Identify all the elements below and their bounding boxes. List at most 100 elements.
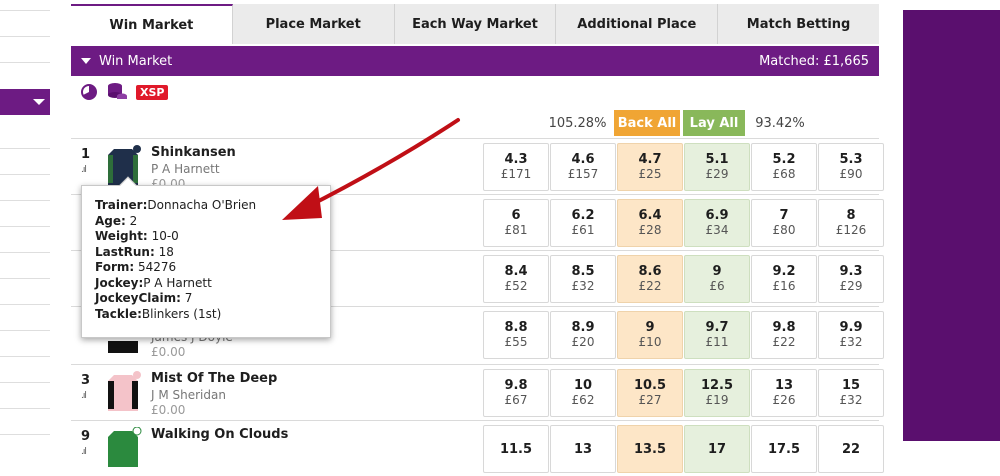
price-stake: £16 xyxy=(772,279,796,293)
jockey-silk-icon xyxy=(104,145,142,185)
lay-price-cell[interactable]: 15 £32 xyxy=(818,369,884,417)
runner-name[interactable]: Mist Of The Deep xyxy=(151,371,277,386)
price-stake: £80 xyxy=(772,223,796,237)
price-stake: £157 xyxy=(567,167,599,181)
lay-price-cell[interactable]: 9 £6 xyxy=(684,255,750,303)
lay-price-cell[interactable]: 17.5 xyxy=(751,425,817,473)
back-price-cell[interactable]: 13.5 xyxy=(617,425,683,473)
price-odds: 17.5 xyxy=(767,441,801,457)
price-odds: 4.7 xyxy=(638,152,662,167)
price-odds: 9.9 xyxy=(839,320,863,335)
tab-match-betting[interactable]: Match Betting xyxy=(718,4,879,44)
nav-divider xyxy=(0,382,50,383)
price-stake: £67 xyxy=(504,393,528,407)
price-odds: 9.7 xyxy=(705,320,729,335)
lay-price-cell[interactable]: 5.2 £68 xyxy=(751,143,817,191)
price-odds: 8.9 xyxy=(571,320,595,335)
nav-divider xyxy=(0,330,50,331)
price-odds: 13 xyxy=(774,378,794,393)
price-odds: 5.2 xyxy=(772,152,796,167)
price-stake: £32 xyxy=(571,279,595,293)
lay-price-cell[interactable]: 22 xyxy=(818,425,884,473)
lay-price-cell[interactable]: 12.5 £19 xyxy=(684,369,750,417)
nav-divider xyxy=(0,200,50,201)
price-odds: 6.4 xyxy=(638,208,662,223)
lay-price-cell[interactable]: 6.9 £34 xyxy=(684,199,750,247)
lay-price-cell[interactable]: 9.9 £32 xyxy=(818,311,884,359)
runner-row: 3 .ıl Mist Of The Deep J M Sheridan £0.00 9.8… xyxy=(71,364,884,420)
lay-price-cell[interactable]: 9.7 £11 xyxy=(684,311,750,359)
price-odds: 6.9 xyxy=(705,208,729,223)
lay-all-button[interactable]: Lay All xyxy=(683,110,745,136)
price-odds: 8.4 xyxy=(504,264,528,279)
nav-divider xyxy=(0,434,50,435)
back-price-cell[interactable]: 8.5 £32 xyxy=(550,255,616,303)
trainer-label: Trainer: xyxy=(95,198,148,212)
runner-info-tooltip: Trainer:Donnacha O'Brien Age: 2 Weight: … xyxy=(81,176,331,338)
market-collapse-toggle[interactable]: Win Market xyxy=(81,54,172,69)
chevron-down-icon xyxy=(33,99,45,105)
lay-price-cell[interactable]: 5.3 £90 xyxy=(818,143,884,191)
runner-name[interactable]: Shinkansen xyxy=(151,145,236,160)
tab-win-market[interactable]: Win Market xyxy=(71,4,233,44)
back-price-cell[interactable]: 6.2 £61 xyxy=(550,199,616,247)
claim-value: 7 xyxy=(184,291,193,305)
back-price-cell[interactable]: 8.6 £22 xyxy=(617,255,683,303)
price-stake: £171 xyxy=(500,167,532,181)
lay-price-cell[interactable]: 9.3 £29 xyxy=(818,255,884,303)
lay-price-cell[interactable]: 8 £126 xyxy=(818,199,884,247)
price-stake: £19 xyxy=(705,393,729,407)
price-odds: 8.6 xyxy=(638,264,662,279)
price-odds: 6 xyxy=(511,208,521,223)
price-odds: 9.8 xyxy=(772,320,796,335)
runner-name[interactable]: Walking On Clouds xyxy=(151,427,288,442)
jockey-silk-icon xyxy=(104,426,142,467)
back-all-button[interactable]: Back All xyxy=(614,110,680,136)
back-price-cell[interactable]: 4.7 £25 xyxy=(617,143,683,191)
back-price-cell[interactable]: 11.5 xyxy=(483,425,549,473)
back-price-cell[interactable]: 10.5 £27 xyxy=(617,369,683,417)
xsp-badge[interactable]: XSP xyxy=(136,84,169,100)
matched-amount: Matched: £1,665 xyxy=(759,53,869,69)
left-nav xyxy=(0,0,50,441)
weight-label: Weight: xyxy=(95,229,148,243)
back-price-cell[interactable]: 6 £81 xyxy=(483,199,549,247)
back-price-cell[interactable]: 8.4 £52 xyxy=(483,255,549,303)
runner-profit-loss: £0.00 xyxy=(151,345,186,359)
lay-price-cell[interactable]: 17 xyxy=(684,425,750,473)
price-stake: £29 xyxy=(839,279,863,293)
price-odds: 17 xyxy=(707,441,727,457)
price-odds: 9 xyxy=(645,320,655,335)
back-price-cell[interactable]: 8.8 £55 xyxy=(483,311,549,359)
jockey-label: Jockey: xyxy=(95,275,144,290)
back-price-cell[interactable]: 9.8 £67 xyxy=(483,369,549,417)
market-tools: XSP xyxy=(80,80,169,104)
coins-icon[interactable] xyxy=(106,82,128,102)
lay-price-cell[interactable]: 13 £26 xyxy=(751,369,817,417)
lay-price-cell[interactable]: 9.2 £16 xyxy=(751,255,817,303)
price-odds: 5.3 xyxy=(839,152,863,167)
back-price-cell[interactable]: 9 £10 xyxy=(617,311,683,359)
lay-price-cell[interactable]: 9.8 £22 xyxy=(751,311,817,359)
tab-additional-place[interactable]: Additional Place xyxy=(556,4,719,44)
tab-place-market[interactable]: Place Market xyxy=(232,4,395,44)
age-value: 2 xyxy=(129,213,138,228)
back-price-cell[interactable]: 4.6 £157 xyxy=(550,143,616,191)
nav-divider xyxy=(0,304,50,305)
nav-divider xyxy=(0,226,50,227)
lay-price-cell[interactable]: 7 £80 xyxy=(751,199,817,247)
back-price-cell[interactable]: 6.4 £28 xyxy=(617,199,683,247)
claim-label: JockeyClaim: xyxy=(95,291,181,305)
back-price-cell[interactable]: 13 xyxy=(550,425,616,473)
pie-chart-icon[interactable] xyxy=(80,83,98,101)
back-price-cell[interactable]: 10 £62 xyxy=(550,369,616,417)
back-price-cell[interactable]: 4.3 £171 xyxy=(483,143,549,191)
market-header-bar: Win Market Matched: £1,665 xyxy=(71,46,879,76)
tab-each-way-market[interactable]: Each Way Market xyxy=(394,4,557,44)
price-stake: £55 xyxy=(504,335,528,349)
nav-divider xyxy=(0,356,50,357)
lay-price-cell[interactable]: 5.1 £29 xyxy=(684,143,750,191)
price-stake: £22 xyxy=(772,335,796,349)
price-stake: £81 xyxy=(504,223,528,237)
back-price-cell[interactable]: 8.9 £20 xyxy=(550,311,616,359)
